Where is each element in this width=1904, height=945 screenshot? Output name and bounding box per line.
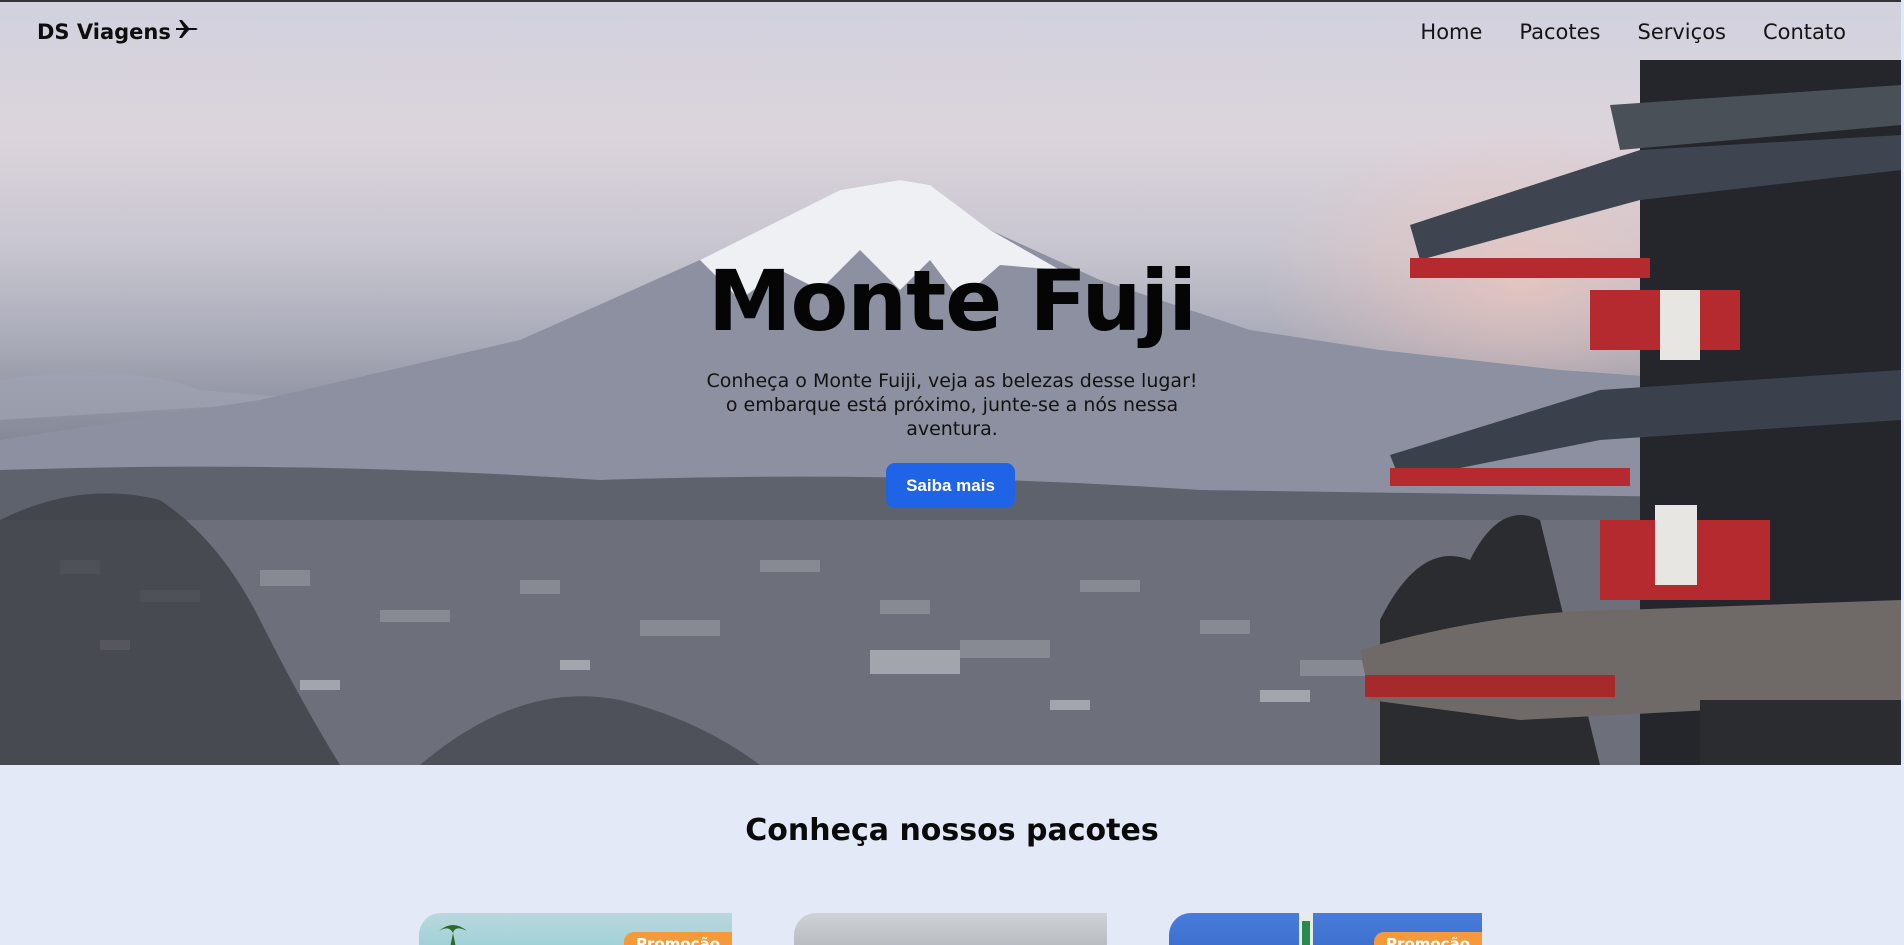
package-card[interactable] xyxy=(794,913,1107,945)
top-border xyxy=(0,0,1901,2)
nav-contato[interactable]: Contato xyxy=(1763,20,1846,44)
nav-servicos[interactable]: Serviços xyxy=(1638,20,1726,44)
promo-badge: Promoção xyxy=(1374,932,1482,945)
promo-badge: Promoção xyxy=(624,932,732,945)
airplane-icon xyxy=(175,19,199,44)
package-card[interactable]: Promoção xyxy=(419,913,732,945)
monument-image xyxy=(1299,913,1313,945)
package-card[interactable]: Promoção xyxy=(1169,913,1482,945)
hero-title: Monte Fuji xyxy=(707,252,1197,350)
palm-tree-image xyxy=(439,925,467,945)
brand-logo[interactable]: DS Viagens xyxy=(37,19,199,44)
hero-subtitle: Conheça o Monte Fuiji, veja as belezas d… xyxy=(706,370,1198,440)
nav-pacotes[interactable]: Pacotes xyxy=(1519,20,1600,44)
packages-title: Conheça nossos pacotes xyxy=(745,813,1159,848)
nav-home[interactable]: Home xyxy=(1420,20,1482,44)
main-nav: Home Pacotes Serviços Contato xyxy=(1420,20,1846,44)
brand-name: DS Viagens xyxy=(37,19,171,44)
saiba-mais-button[interactable]: Saiba mais xyxy=(886,463,1015,508)
